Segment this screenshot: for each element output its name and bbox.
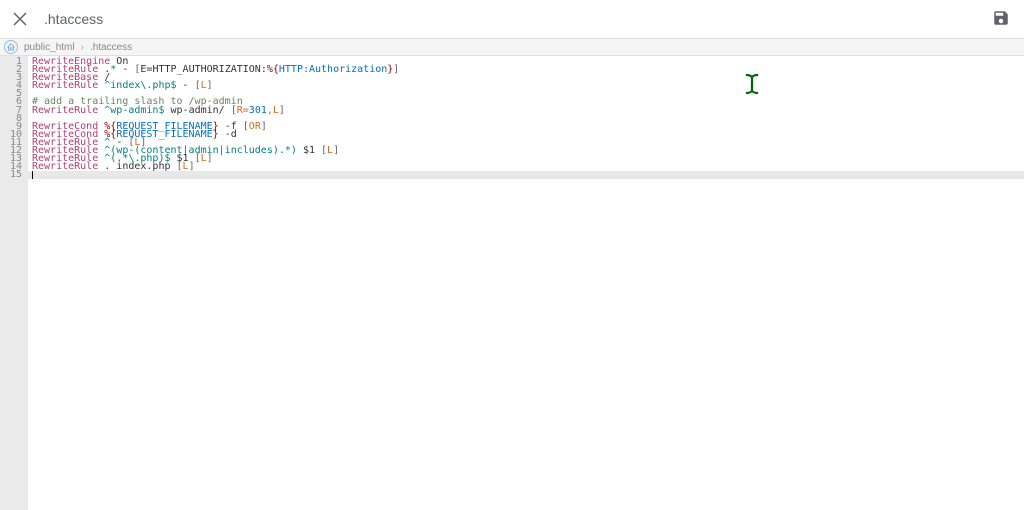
editor-container: 123456789101112131415 RewriteEngine OnRe… bbox=[0, 56, 1024, 510]
text-caret bbox=[32, 171, 33, 179]
save-button[interactable] bbox=[992, 9, 1012, 29]
file-title: .htaccess bbox=[44, 11, 103, 27]
code-line[interactable]: RewriteRule . index.php [L] bbox=[32, 163, 1020, 171]
code-line[interactable]: RewriteCond %{REQUEST_FILENAME} -d bbox=[32, 131, 1020, 139]
save-icon bbox=[992, 9, 1010, 27]
header-left: .htaccess bbox=[12, 11, 103, 27]
breadcrumb-segment[interactable]: public_html bbox=[24, 42, 75, 53]
code-editor[interactable]: RewriteEngine OnRewriteRule .* - [E=HTTP… bbox=[28, 56, 1024, 510]
line-number: 15 bbox=[0, 171, 22, 179]
text-cursor-icon bbox=[745, 74, 759, 100]
breadcrumb-segment[interactable]: .htaccess bbox=[90, 42, 132, 53]
home-icon[interactable] bbox=[4, 40, 18, 54]
chevron-right-icon: › bbox=[81, 42, 84, 53]
code-line[interactable]: RewriteRule .* - [E=HTTP_AUTHORIZATION:%… bbox=[32, 66, 1020, 74]
code-line[interactable]: RewriteRule ^index\.php$ - [L] bbox=[32, 82, 1020, 90]
code-line[interactable]: RewriteRule ^wp-admin$ wp-admin/ [R=301,… bbox=[32, 107, 1020, 115]
line-gutter: 123456789101112131415 bbox=[0, 56, 28, 510]
close-icon bbox=[13, 12, 27, 26]
breadcrumb: public_html › .htaccess bbox=[0, 38, 1024, 56]
code-line[interactable] bbox=[32, 171, 1020, 179]
close-button[interactable] bbox=[12, 11, 28, 27]
header-bar: .htaccess bbox=[0, 0, 1024, 38]
